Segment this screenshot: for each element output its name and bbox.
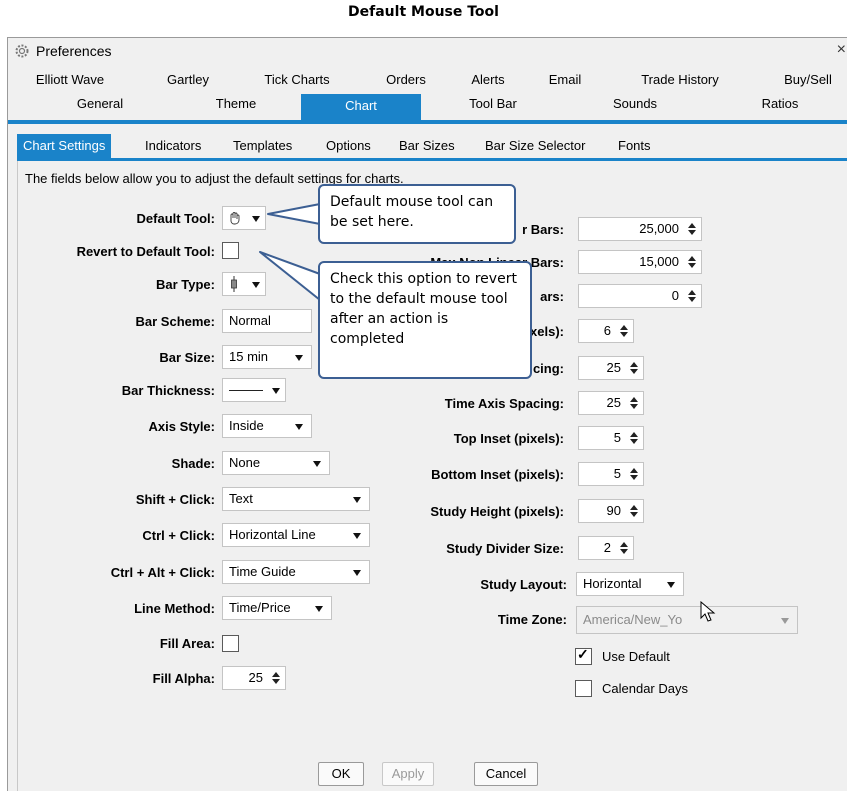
tool-callout: Default mouse tool can be set here. xyxy=(318,184,516,244)
revert-callout-pointer xyxy=(259,251,321,301)
revert-callout: Check this option to revert to the defau… xyxy=(318,261,532,379)
tool-callout-pointer xyxy=(267,203,321,225)
callout-pointers xyxy=(259,203,321,301)
